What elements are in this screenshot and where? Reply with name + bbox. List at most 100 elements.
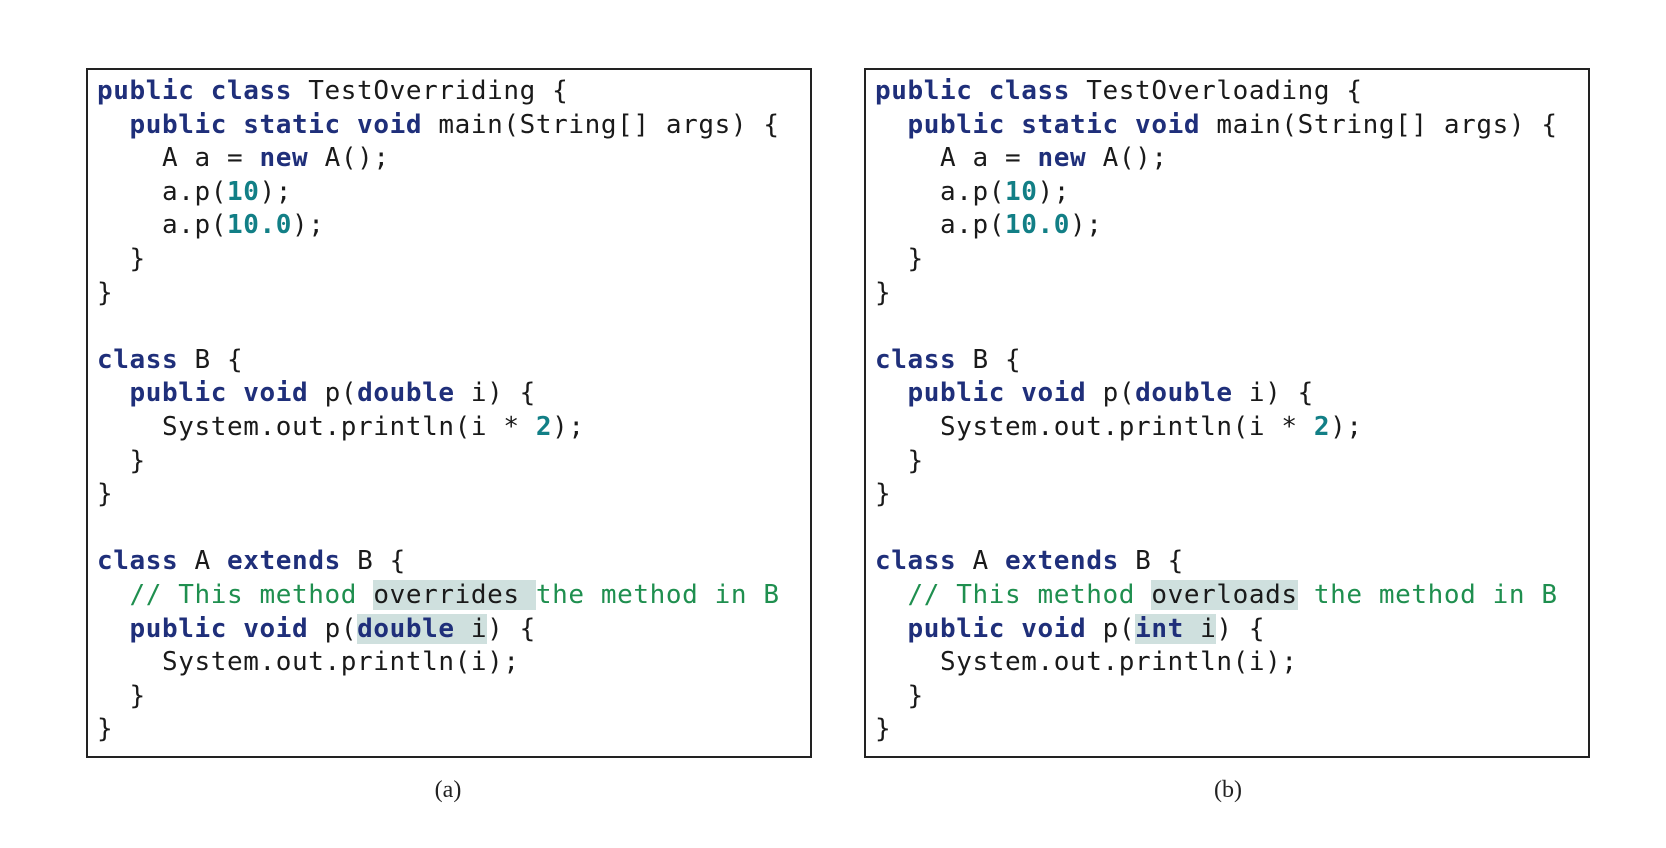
code-line: } (97, 478, 780, 512)
code-text: } (97, 445, 146, 476)
comment-text: // This method (97, 579, 374, 610)
code-block: public class TestOverloading { public st… (875, 75, 1558, 747)
comment-text: the method in B (1297, 579, 1558, 610)
code-text: ); (1070, 210, 1103, 241)
code-line: public void p(double i) { (97, 613, 780, 647)
keyword-token: class (97, 546, 179, 577)
code-text: } (875, 445, 924, 476)
code-block: public class TestOverriding { public sta… (97, 75, 780, 747)
highlighted-keyword: int (1135, 613, 1184, 644)
code-text: } (97, 714, 114, 745)
code-text: } (97, 680, 146, 711)
code-line: } (97, 277, 780, 311)
code-line: } (97, 680, 780, 714)
code-line: System.out.println(i); (875, 646, 1558, 680)
code-text: B { (340, 546, 406, 577)
code-line: } (875, 680, 1558, 714)
code-text: ); (292, 210, 325, 241)
code-line: public static void main(String[] args) { (97, 109, 780, 143)
code-text: ); (1330, 411, 1363, 442)
code-text: ); (552, 411, 585, 442)
number-literal: 10.0 (227, 210, 293, 241)
code-text: A(); (1086, 143, 1168, 174)
code-text: } (875, 277, 892, 308)
keyword-token: public void (907, 613, 1087, 644)
code-line: ​ (875, 310, 1558, 344)
keyword-token: public static void (129, 109, 423, 140)
number-literal: 10.0 (1005, 210, 1071, 241)
code-text: ); (259, 176, 293, 207)
code-text: } (875, 714, 892, 745)
code-text: A a = (97, 143, 260, 174)
code-text: B { (956, 344, 1022, 375)
code-text: a.p( (875, 210, 1006, 241)
highlighted-text: overloads (1151, 579, 1298, 610)
code-line: public void p(int i) { (875, 613, 1558, 647)
code-line: public class TestOverriding { (97, 75, 780, 109)
code-text: System.out.println(i * (97, 411, 536, 442)
code-line: } (875, 243, 1558, 277)
highlighted-text: i (1183, 613, 1217, 644)
code-line: a.p(10.0); (875, 209, 1558, 243)
keyword-token: double (357, 378, 455, 409)
highlighted-text: i (454, 613, 488, 644)
code-text: } (875, 479, 892, 510)
code-line: public static void main(String[] args) { (875, 109, 1558, 143)
figure-caption-a: (a) (434, 777, 462, 803)
code-line: a.p(10.0); (97, 209, 780, 243)
code-text: a.p( (97, 210, 228, 241)
code-text: A (956, 546, 1006, 577)
keyword-token: new (259, 143, 309, 174)
keyword-token: extends (1005, 546, 1119, 577)
code-text: p( (1086, 613, 1136, 644)
number-literal: 2 (1313, 411, 1331, 442)
code-text: A (178, 546, 228, 577)
code-line: // This method overloads the method in B (875, 579, 1558, 613)
code-line: System.out.println(i * 2); (875, 411, 1558, 445)
code-text: i) { (454, 378, 536, 409)
code-text: a.p( (97, 176, 228, 207)
code-line: A a = new A(); (875, 142, 1558, 176)
code-line: System.out.println(i * 2); (97, 411, 780, 445)
keyword-token: public void (907, 378, 1087, 409)
code-line: class A extends B { (875, 545, 1558, 579)
code-line: System.out.println(i); (97, 646, 780, 680)
code-text: B { (1118, 546, 1184, 577)
code-line: public class TestOverloading { (875, 75, 1558, 109)
code-panel-overriding: public class TestOverriding { public sta… (86, 68, 812, 758)
code-text: } (97, 277, 114, 308)
code-line: class B { (875, 344, 1558, 378)
code-panel-overloading: public class TestOverloading { public st… (864, 68, 1590, 758)
code-line: // This method overrides the method in B (97, 579, 780, 613)
code-line: A a = new A(); (97, 142, 780, 176)
code-line: a.p(10); (97, 176, 780, 210)
code-line: } (97, 243, 780, 277)
keyword-token: public class (875, 76, 1071, 106)
code-text: i) { (1232, 378, 1314, 409)
code-line: public void p(double i) { (875, 377, 1558, 411)
code-text: B { (178, 344, 244, 375)
code-text: A a = (875, 143, 1038, 174)
code-text: System.out.println(i); (875, 647, 1298, 678)
code-line: } (875, 478, 1558, 512)
code-text: p( (1086, 378, 1136, 409)
comment-text: // This method (875, 579, 1152, 610)
code-line: ​ (875, 512, 1558, 546)
number-literal: 10 (1005, 176, 1038, 207)
highlighted-text: overrides (373, 579, 536, 610)
keyword-token: class (97, 344, 179, 375)
keyword-token: extends (227, 546, 341, 577)
code-text: A(); (308, 143, 390, 174)
number-literal: 10 (227, 176, 260, 207)
figure-caption-b: (b) (1214, 777, 1242, 803)
keyword-token: new (1037, 143, 1087, 174)
code-line: class A extends B { (97, 545, 780, 579)
keyword-token: class (875, 344, 957, 375)
code-line: public void p(double i) { (97, 377, 780, 411)
code-text: main(String[] args) { (1200, 109, 1558, 140)
code-text: } (875, 680, 924, 711)
